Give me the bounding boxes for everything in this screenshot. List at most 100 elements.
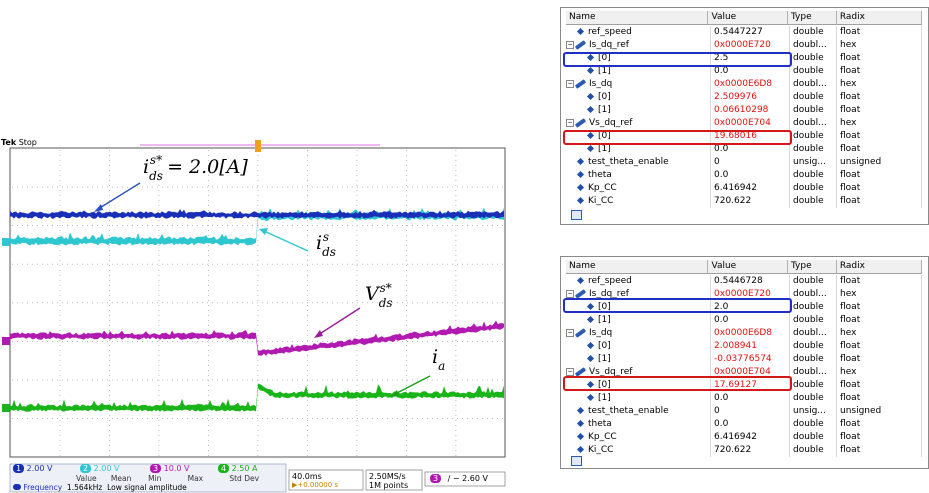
watch-panel-before[interactable]: Name Value Type Radix ref_speed 0.5447227… xyxy=(560,7,929,225)
watch-radix[interactable]: float xyxy=(837,418,922,431)
watch-panel-after[interactable]: Name Value Type Radix ref_speed 0.5446728… xyxy=(560,256,929,469)
watch-radix[interactable]: hex xyxy=(837,288,922,301)
col-name[interactable]: Name xyxy=(566,11,709,24)
collapse-icon[interactable]: − xyxy=(566,79,574,88)
scope-display xyxy=(2,140,506,493)
watch-row[interactable]: Kp_CC 6.416942 double float xyxy=(566,182,922,195)
watch-radix[interactable]: hex xyxy=(837,327,922,340)
watch-radix[interactable]: unsigned xyxy=(837,405,922,418)
watch-radix[interactable]: hex xyxy=(837,78,922,91)
watch-value[interactable]: 0x0000E6D8 xyxy=(711,327,790,340)
collapse-icon[interactable]: − xyxy=(566,40,574,49)
collapse-icon[interactable]: − xyxy=(566,328,574,337)
col-value[interactable]: Value xyxy=(708,260,788,273)
variable-icon xyxy=(576,183,585,192)
col-name[interactable]: Name xyxy=(566,260,709,273)
watch-type: double xyxy=(790,340,837,353)
watch-radix[interactable]: float xyxy=(837,431,922,444)
watch-row[interactable]: test_theta_enable 0 unsig... unsigned xyxy=(566,405,922,418)
watch-radix[interactable]: float xyxy=(837,392,922,405)
watch-radix[interactable]: float xyxy=(837,130,922,143)
watch-value[interactable]: 2.509976 xyxy=(711,91,790,104)
watch-value[interactable]: 0x0000E704 xyxy=(711,117,790,130)
variable-icon xyxy=(586,105,595,114)
col-type[interactable]: Type xyxy=(788,11,837,24)
watch-type: double xyxy=(790,91,837,104)
watch-radix[interactable]: hex xyxy=(837,366,922,379)
variable-icon xyxy=(576,445,585,454)
watch-value[interactable]: -0.03776574 xyxy=(711,353,790,366)
watch-value[interactable]: 0.0 xyxy=(711,314,790,327)
watch-radix[interactable]: float xyxy=(837,353,922,366)
watch-row[interactable]: Kp_CC 6.416942 double float xyxy=(566,431,922,444)
collapse-icon[interactable]: − xyxy=(566,118,574,127)
watch-row[interactable]: test_theta_enable 0 unsig... unsigned xyxy=(566,156,922,169)
watch-value[interactable]: 0.0 xyxy=(711,169,790,182)
watch-row[interactable]: − Is_dq 0x0000E6D8 doubl... hex xyxy=(566,78,922,91)
watch-name-cell: ref_speed xyxy=(566,26,711,39)
add-watch-icon[interactable] xyxy=(571,210,582,220)
watch-radix[interactable]: float xyxy=(837,340,922,353)
watch-value[interactable]: 0.5446728 xyxy=(711,275,790,288)
watch-row[interactable]: [0] 2.509976 double float xyxy=(566,91,922,104)
watch-radix[interactable]: float xyxy=(837,301,922,314)
watch-row[interactable]: theta 0.0 double float xyxy=(566,418,922,431)
watch-row[interactable]: ref_speed 0.5446728 double float xyxy=(566,275,922,288)
watch-radix[interactable]: float xyxy=(837,104,922,117)
watch-row[interactable]: − Is_dq_ref 0x0000E720 doubl... hex xyxy=(566,39,922,52)
watch-value[interactable]: 6.416942 xyxy=(711,431,790,444)
watch-radix[interactable]: float xyxy=(837,65,922,78)
watch-value[interactable]: 0.0 xyxy=(711,418,790,431)
watch-value[interactable]: 2.008941 xyxy=(711,340,790,353)
watch-radix[interactable]: float xyxy=(837,169,922,182)
add-watch-icon[interactable] xyxy=(571,456,582,466)
watch-value[interactable]: 0 xyxy=(711,405,790,418)
watch-radix[interactable]: float xyxy=(837,195,922,208)
watch-row[interactable]: Ki_CC 720.622 double float xyxy=(566,195,922,208)
watch-radix[interactable]: float xyxy=(837,26,922,39)
watch-value[interactable]: 720.622 xyxy=(711,444,790,457)
watch-value[interactable]: 0 xyxy=(711,156,790,169)
watch-radix[interactable]: unsigned xyxy=(837,156,922,169)
label-ia: ia xyxy=(432,346,446,373)
watch-row[interactable]: − Vs_dq_ref 0x0000E704 doubl... hex xyxy=(566,117,922,130)
watch-radix[interactable]: float xyxy=(837,52,922,65)
watch-radix[interactable]: float xyxy=(837,314,922,327)
watch-row[interactable]: [1] 0.0 double float xyxy=(566,392,922,405)
measure-headers: Value Mean Min Max Std Dev xyxy=(76,474,260,483)
watch-name: Ki_CC xyxy=(588,445,614,455)
watch-row[interactable]: [1] 0.06610298 double float xyxy=(566,104,922,117)
watch-radix[interactable]: float xyxy=(837,444,922,457)
watch-radix[interactable]: float xyxy=(837,275,922,288)
watch-radix[interactable]: float xyxy=(837,182,922,195)
watch-value[interactable]: 0x0000E720 xyxy=(711,39,790,52)
watch-row[interactable]: Ki_CC 720.622 double float xyxy=(566,444,922,457)
watch-radix[interactable]: float xyxy=(837,143,922,156)
watch-value[interactable]: 6.416942 xyxy=(711,182,790,195)
watch-radix[interactable]: hex xyxy=(837,39,922,52)
collapse-icon[interactable]: − xyxy=(566,289,574,298)
watch-row[interactable]: [0] 2.008941 double float xyxy=(566,340,922,353)
variable-icon xyxy=(576,196,585,205)
col-radix[interactable]: Radix xyxy=(837,260,923,273)
watch-row[interactable]: − Is_dq 0x0000E6D8 doubl... hex xyxy=(566,327,922,340)
watch-value[interactable]: 0.06610298 xyxy=(711,104,790,117)
watch-radix[interactable]: float xyxy=(837,379,922,392)
watch-name: test_theta_enable xyxy=(588,406,669,416)
watch-value[interactable]: 0x0000E6D8 xyxy=(711,78,790,91)
watch-radix[interactable]: float xyxy=(837,91,922,104)
watch-name: Ki_CC xyxy=(588,196,614,206)
col-radix[interactable]: Radix xyxy=(837,11,923,24)
label-vds: Vdss* xyxy=(365,281,393,310)
watch-row[interactable]: [1] 0.0 double float xyxy=(566,314,922,327)
collapse-icon[interactable]: − xyxy=(566,367,574,376)
col-value[interactable]: Value xyxy=(708,11,788,24)
watch-row[interactable]: theta 0.0 double float xyxy=(566,169,922,182)
watch-row[interactable]: [1] -0.03776574 double float xyxy=(566,353,922,366)
watch-row[interactable]: ref_speed 0.5447227 double float xyxy=(566,26,922,39)
watch-radix[interactable]: hex xyxy=(837,117,922,130)
watch-value[interactable]: 720.622 xyxy=(711,195,790,208)
watch-value[interactable]: 0.5447227 xyxy=(711,26,790,39)
col-type[interactable]: Type xyxy=(788,260,837,273)
watch-value[interactable]: 0.0 xyxy=(711,392,790,405)
